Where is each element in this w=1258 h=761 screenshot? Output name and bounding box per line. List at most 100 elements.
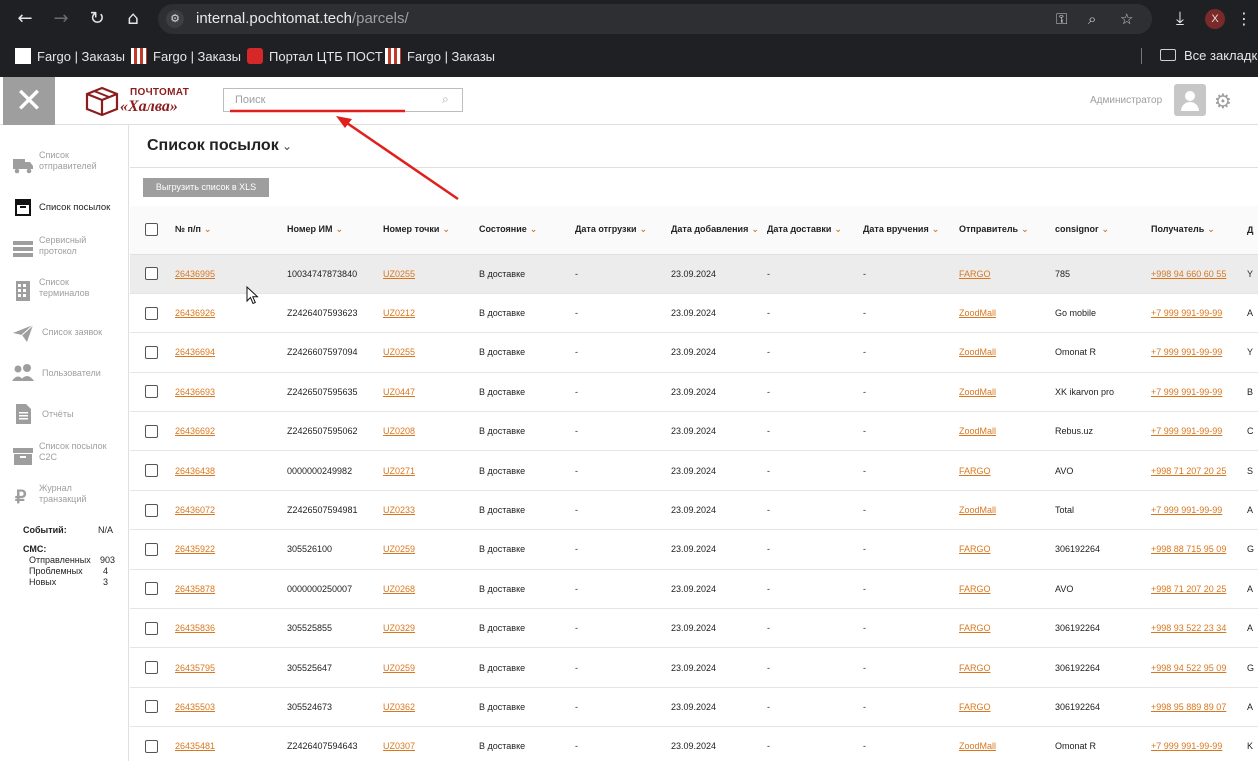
cell-link-recipient[interactable]: +7 999 991-99-99 (1151, 741, 1222, 751)
cell-link-recipient[interactable]: +7 999 991-99-99 (1151, 426, 1222, 436)
cell-link-point[interactable]: UZ0255 (383, 269, 415, 279)
table-row[interactable]: 26436926 Z2426407593623 UZ0212 В доставке -2… (130, 293, 1258, 334)
cell-link-point[interactable]: UZ0447 (383, 387, 415, 397)
cell-link-sender[interactable]: ZoodMall (959, 426, 996, 436)
cell-link-point[interactable]: UZ0329 (383, 623, 415, 633)
cell-link-id[interactable]: 26436694 (175, 347, 215, 357)
sidebar-item-users[interactable]: Пользователи (3, 355, 129, 391)
cell-link-sender[interactable]: FARGO (959, 269, 991, 279)
column-header[interactable]: Д (1247, 206, 1258, 255)
cell-link-recipient[interactable]: +7 999 991-99-99 (1151, 308, 1222, 318)
cell-link-point[interactable]: UZ0259 (383, 544, 415, 554)
sort-chevron-icon[interactable]: ⌄ (442, 225, 450, 235)
cell-link-recipient[interactable]: +998 95 889 89 07 (1151, 702, 1226, 712)
cell-link-sender[interactable]: ZoodMall (959, 308, 996, 318)
cell-link-sender[interactable]: ZoodMall (959, 505, 996, 515)
cell-link-recipient[interactable]: +998 94 522 95 09 (1151, 663, 1226, 673)
search-input[interactable] (224, 89, 434, 111)
column-header[interactable]: Дата вручения ⌄ (863, 206, 959, 255)
sidebar-item-requests[interactable]: Список заявок (3, 315, 129, 351)
site-settings-icon[interactable]: ⚙ (166, 10, 184, 28)
cell-link-point[interactable]: UZ0307 (383, 741, 415, 751)
cell-link-point[interactable]: UZ0233 (383, 505, 415, 515)
export-xls-button[interactable]: Выгрузить список в XLS (143, 178, 269, 197)
bookmark-item[interactable]: Fargo | Заказы (15, 48, 125, 64)
sort-chevron-icon[interactable]: ⌄ (834, 225, 842, 235)
sort-chevron-icon[interactable]: ⌄ (530, 225, 538, 235)
sort-chevron-icon[interactable]: ⌄ (336, 225, 344, 235)
table-row[interactable]: 26436995 10034747873840 UZ0255 В доставке -2… (130, 254, 1258, 294)
sort-chevron-icon[interactable]: ⌄ (1102, 225, 1110, 235)
cell-link-recipient[interactable]: +7 999 991-99-99 (1151, 347, 1222, 357)
table-row[interactable]: 26435795 305525647 UZ0259 В доставке -23.09.… (130, 647, 1258, 688)
sort-chevron-icon[interactable]: ⌄ (204, 225, 212, 235)
cell-link-point[interactable]: UZ0208 (383, 426, 415, 436)
cell-link-id[interactable]: 26435503 (175, 702, 215, 712)
bookmark-star-icon[interactable]: ☆ (1120, 10, 1133, 28)
cell-link-sender[interactable]: ZoodMall (959, 741, 996, 751)
cell-link-recipient[interactable]: +998 94 660 60 55 (1151, 269, 1226, 279)
sidebar-item-parcels-c2c[interactable]: Список посылок C2C (3, 438, 129, 474)
cell-link-id[interactable]: 26436438 (175, 466, 215, 476)
sort-chevron-icon[interactable]: ⌄ (1021, 225, 1029, 235)
cell-link-id[interactable]: 26435922 (175, 544, 215, 554)
bookmark-item[interactable]: Fargo | Заказы (131, 48, 241, 64)
sidebar-item-parcels[interactable]: Список посылок (3, 189, 129, 225)
home-icon[interactable]: ⌂ (121, 7, 145, 31)
cell-link-recipient[interactable]: +998 71 207 20 25 (1151, 466, 1226, 476)
cell-link-id[interactable]: 26435795 (175, 663, 215, 673)
cell-link-recipient[interactable]: +7 999 991-99-99 (1151, 387, 1222, 397)
cell-link-sender[interactable]: FARGO (959, 544, 991, 554)
cell-link-id[interactable]: 26435878 (175, 584, 215, 594)
bookmark-item[interactable]: Портал ЦТБ ПОСТ (247, 48, 383, 64)
cell-link-point[interactable]: UZ0212 (383, 308, 415, 318)
sort-chevron-icon[interactable]: ⌄ (1207, 225, 1215, 235)
sidebar-item-reports[interactable]: Отчёты (3, 396, 129, 432)
cell-link-id[interactable]: 26435836 (175, 623, 215, 633)
sort-chevron-icon[interactable]: ⌄ (932, 225, 940, 235)
cell-link-sender[interactable]: ZoodMall (959, 387, 996, 397)
table-row[interactable]: 26435878 0000000250007 UZ0268 В доставке -23… (130, 569, 1258, 610)
column-header[interactable]: Отправитель ⌄ (959, 206, 1055, 255)
select-all-checkbox[interactable] (145, 223, 158, 237)
chevron-down-icon[interactable]: ⌄ (282, 139, 292, 153)
table-row[interactable]: 26436692 Z2426507595062 UZ0208 В доставке -2… (130, 411, 1258, 452)
column-header[interactable]: consignor ⌄ (1055, 206, 1151, 255)
back-arrow-icon[interactable]: ← (13, 7, 37, 31)
sidebar-item-senders[interactable]: Список отправителей (3, 147, 129, 183)
table-row[interactable]: 26436072 Z2426507594981 UZ0233 В доставке -2… (130, 490, 1258, 531)
cell-link-sender[interactable]: FARGO (959, 466, 991, 476)
row-checkbox[interactable] (145, 267, 158, 281)
cell-link-id[interactable]: 26436072 (175, 505, 215, 515)
cell-link-point[interactable]: UZ0255 (383, 347, 415, 357)
forward-arrow-icon[interactable]: → (49, 7, 73, 31)
column-header[interactable]: Получатель ⌄ (1151, 206, 1247, 255)
column-header[interactable]: Дата доставки ⌄ (767, 206, 863, 255)
gear-icon[interactable]: ⚙ (1214, 89, 1232, 113)
row-checkbox[interactable] (145, 464, 158, 478)
table-row[interactable]: 26436693 Z2426507595635 UZ0447 В доставке -2… (130, 372, 1258, 413)
sidebar-item-transactions[interactable]: ₽ Журнал транзакций (3, 480, 129, 516)
column-header[interactable]: Номер точки ⌄ (383, 206, 479, 255)
address-bar[interactable]: ⚙ internal.pochtomat.tech/parcels/ ⚿ ⌕ ☆ (158, 4, 1152, 34)
cell-link-sender[interactable]: FARGO (959, 663, 991, 673)
url-text[interactable]: internal.pochtomat.tech/parcels/ (196, 10, 409, 27)
sidebar-item-service[interactable]: Сервисный протокол (3, 231, 129, 267)
profile-avatar[interactable]: X (1205, 9, 1225, 29)
table-row[interactable]: 26435503 305524673 UZ0362 В доставке -23.09.… (130, 687, 1258, 728)
password-key-icon[interactable]: ⚿ (1056, 10, 1067, 28)
page-title[interactable]: Список посылок (147, 137, 279, 155)
cell-link-sender[interactable]: ZoodMall (959, 347, 996, 357)
cell-link-id[interactable]: 26435481 (175, 741, 215, 751)
cell-link-recipient[interactable]: +7 999 991-99-99 (1151, 505, 1222, 515)
table-row[interactable]: 26435922 305526100 UZ0259 В доставке -23.09.… (130, 529, 1258, 570)
column-header[interactable]: Дата добавления ⌄ (671, 206, 767, 255)
row-checkbox[interactable] (145, 582, 158, 596)
reload-icon[interactable]: ↻ (85, 7, 109, 31)
cell-link-point[interactable]: UZ0259 (383, 663, 415, 673)
cell-link-id[interactable]: 26436693 (175, 387, 215, 397)
table-row[interactable]: 26436694 Z2426607597094 UZ0255 В доставке -2… (130, 332, 1258, 373)
row-checkbox[interactable] (145, 424, 158, 438)
row-checkbox[interactable] (145, 503, 158, 517)
sort-chevron-icon[interactable]: ⌄ (640, 225, 648, 235)
